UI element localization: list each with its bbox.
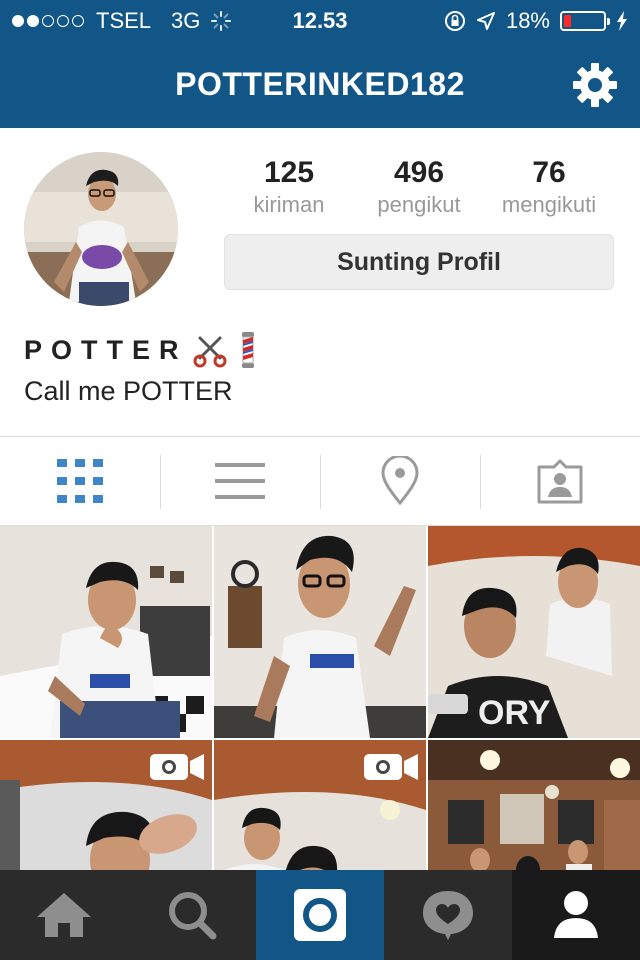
- bottom-nav-bar: [0, 870, 640, 960]
- header-bar: TSEL 3G 12.53 18% POTTERINKED182: [0, 0, 640, 128]
- location-pin-icon: [381, 456, 419, 506]
- followers-count: 496: [393, 156, 445, 189]
- profile-display-name-row: POTTER: [24, 332, 260, 368]
- video-camera-icon: [364, 754, 418, 780]
- followers-stat[interactable]: 496 pengikut: [354, 156, 484, 218]
- post-thumbnail[interactable]: [0, 526, 212, 738]
- post-video-thumbnail[interactable]: [214, 740, 426, 870]
- nav-profile[interactable]: [512, 870, 640, 960]
- profile-stats: 125 kiriman 496 pengikut 76 mengikuti: [224, 156, 614, 218]
- post-thumbnail[interactable]: [428, 740, 640, 870]
- gear-icon[interactable]: [572, 62, 618, 108]
- profile-view-tabs: [0, 436, 640, 526]
- posts-label: kiriman: [253, 192, 325, 217]
- charging-bolt-icon: [617, 11, 627, 31]
- tab-list-view[interactable]: [160, 437, 320, 525]
- list-icon: [215, 463, 265, 499]
- nav-search[interactable]: [128, 870, 256, 960]
- profile-icon: [554, 891, 598, 938]
- profile-username-title: POTTERINKED182: [175, 66, 465, 102]
- tagged-photos-icon: [537, 459, 583, 504]
- grid-icon: [57, 459, 103, 503]
- posts-stat[interactable]: 125 kiriman: [224, 156, 354, 218]
- edit-profile-button[interactable]: Sunting Profil: [224, 234, 614, 290]
- profile-avatar[interactable]: [24, 152, 178, 306]
- tab-tagged-photos[interactable]: [480, 437, 640, 525]
- following-label: mengikuti: [501, 192, 597, 217]
- battery-percent: 18%: [505, 8, 550, 33]
- activity-heart-icon: [423, 891, 473, 940]
- svg-text:ORY: ORY: [478, 694, 551, 732]
- nav-home[interactable]: [0, 870, 128, 960]
- home-icon: [37, 893, 91, 937]
- scissors-emoji: [193, 336, 227, 368]
- camera-icon: [294, 889, 346, 941]
- nav-activity[interactable]: [384, 870, 512, 960]
- barber-pole-emoji: [241, 332, 254, 368]
- location-arrow-icon: [476, 12, 495, 30]
- video-camera-icon: [150, 754, 204, 780]
- post-video-thumbnail[interactable]: [0, 740, 212, 870]
- following-count: 76: [532, 156, 566, 189]
- post-thumbnail[interactable]: [214, 526, 426, 738]
- followers-label: pengikut: [377, 192, 461, 217]
- battery-icon: [560, 11, 610, 31]
- tab-photo-map[interactable]: [320, 437, 480, 525]
- post-thumbnail[interactable]: ORY: [428, 526, 640, 738]
- status-bar: TSEL 3G 12.53 18%: [0, 0, 640, 40]
- profile-bio: Call me POTTER: [24, 376, 233, 406]
- tab-grid-view[interactable]: [0, 437, 160, 525]
- posts-grid: ORY: [0, 526, 640, 870]
- following-stat[interactable]: 76 mengikuti: [484, 156, 614, 218]
- battery-level-fill: [564, 15, 571, 27]
- nav-camera[interactable]: [256, 870, 384, 960]
- rotation-lock-icon: [444, 11, 465, 31]
- posts-count: 125: [263, 156, 315, 189]
- search-icon: [169, 892, 217, 940]
- profile-display-name: POTTER: [24, 334, 188, 365]
